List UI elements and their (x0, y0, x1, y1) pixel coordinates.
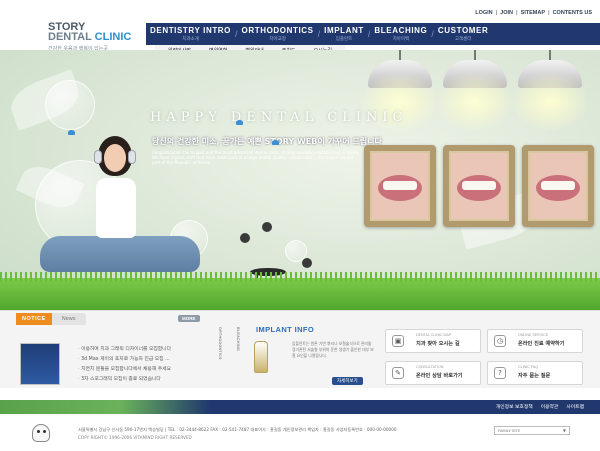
headphone-icon (128, 150, 136, 164)
tab-news[interactable]: News (51, 313, 86, 325)
butterfly-icon (68, 130, 75, 135)
nav-orthodontics[interactable]: ORTHODONTICS 치아교정 (238, 23, 318, 45)
hero-title: HAPPY DENTAL CLINIC (150, 110, 408, 125)
family-site-select[interactable]: FAMILY SITE ▼ (494, 426, 570, 435)
implant-description: 임플란트는 원론 기반 뿌리나 보철술식으로 관리될 경기관된 서술형 부위의 … (292, 341, 374, 358)
list-item[interactable]: 치면치 분들을 모집합니다에서 채용해 주세요 (78, 365, 171, 375)
teeth-shape (383, 181, 417, 190)
implant-icon (254, 341, 268, 373)
notice-more-button[interactable]: MORE (178, 315, 200, 322)
service-online-reservation[interactable]: ◷ ONLINE SERVICE 온라인 진료 예약하기 (487, 329, 583, 353)
footer-link-privacy[interactable]: 개인정보 보호정책 (496, 403, 533, 410)
top-link-join[interactable]: JOIN (500, 10, 513, 16)
notice-board: NOTICE News MORE 이용하여 치과 그래픽 디자이너를 모집합니다… (16, 313, 201, 387)
teeth-shape (462, 181, 496, 190)
top-link-sitemap[interactable]: SITEMAP (521, 10, 545, 16)
service-faq[interactable]: ? CLINIC FAQ 자주 묻는 질문 (487, 361, 583, 385)
site-logo[interactable]: STORY DENTAL CLINIC 건강한 웃음과 행복이 있는곳 (48, 22, 132, 53)
hero-banner: HAPPY DENTAL CLINIC 당신의 건강한 미소, 꿈가든 예쁜 S… (0, 50, 600, 310)
butterfly-icon (236, 120, 243, 125)
top-link-login[interactable]: LOGIN (475, 10, 492, 16)
service-en-label: ONLINE SERVICE (518, 333, 549, 337)
question-icon: ? (494, 367, 506, 379)
lamp-glow (510, 72, 590, 132)
hero-description: Congratulation the largest and the most … (152, 150, 360, 165)
tab-notice[interactable]: NOTICE (16, 313, 52, 325)
logo-line2: DENTAL CLINIC (48, 31, 132, 43)
vertical-label-bleaching: BLEACHING (236, 327, 240, 352)
top-links: LOGIN | JOIN | SITEMAP | CONTENTS US (475, 10, 592, 16)
service-clinic-map[interactable]: ▣ DENTAL CLINIC MAP 치과 찾아 오시는 길 (385, 329, 481, 353)
nav-implant[interactable]: IMPLANT 임플란트 (320, 23, 368, 45)
model-face (104, 144, 126, 172)
chevron-down-icon: ▼ (562, 428, 566, 433)
service-en-label: DENTAL CLINIC MAP (416, 333, 452, 337)
notice-list: 이용하여 치과 그래픽 디자이너를 모집합니다 3d Max 게이의 포지로 가… (78, 345, 171, 385)
list-item[interactable]: 3차 스포그래익 모집이 종료 되었습니다 (78, 375, 171, 385)
implant-info: IMPLANT INFO 임플란트는 원론 기반 뿌리나 보철술식으로 관리될 … (246, 315, 380, 387)
hero-subtitle: 당신의 건강한 미소, 꿈가든 예쁜 STORY WEB이 가꾸어 드립니다 (152, 137, 382, 146)
service-en-label: CONSULTATION (416, 365, 444, 369)
vertical-label-orthodontics: ORTHODONTICS (218, 327, 222, 360)
implant-title: IMPLANT INFO (256, 325, 315, 334)
list-item[interactable]: 3d Max 게이의 포지로 가능자 진급 모집 ... (78, 355, 171, 365)
implant-detail-button[interactable]: 자세히보기 (332, 377, 363, 385)
nav-dentistry-intro[interactable]: DENTISTRY INTRO 치과소개 (146, 23, 235, 45)
notice-tabs: NOTICE News (16, 313, 201, 325)
smile-frame-image (443, 145, 515, 227)
top-link-contents[interactable]: CONTENTS US (553, 10, 592, 16)
service-ko-label: 온라인 진료 예약하기 (518, 341, 565, 347)
flower-icon (262, 222, 272, 232)
flower-icon (240, 233, 250, 243)
calendar-icon: ◷ (494, 335, 506, 347)
flower-icon (302, 258, 312, 268)
notice-thumbnail[interactable] (20, 343, 60, 385)
grass-strip (0, 272, 600, 310)
footer-copyright: COPY RIGHT© 1996-2006 VITAMIND RIGHT RES… (78, 435, 192, 440)
nav-customer[interactable]: CUSTOMER 고객센터 (434, 23, 492, 45)
footer-link-sitemap[interactable]: 사이트맵 (566, 403, 584, 410)
model-body (96, 178, 136, 238)
footer-address: 서울특별시 강남구 신사동 590-17번지 백승빌딩 | TEL : 02-3… (78, 427, 397, 432)
bus-icon: ▣ (392, 335, 404, 347)
service-ko-label: 온라인 상담 바로가기 (416, 373, 463, 379)
lamp-glow (435, 72, 515, 132)
smile-frame-image (522, 145, 594, 227)
footer-link-terms[interactable]: 이용약관 (541, 403, 559, 410)
main-nav: DENTISTRY INTRO 치과소개 / ORTHODONTICS 치아교정… (146, 23, 600, 45)
list-item[interactable]: 이용하여 치과 그래픽 디자이너를 모집합니다 (78, 345, 171, 355)
footer-links: 개인정보 보호정책 이용약관 사이트맵 (496, 403, 584, 410)
decorative-bubble (45, 80, 95, 130)
service-ko-label: 자주 묻는 질문 (518, 373, 551, 379)
service-consultation[interactable]: ✎ CONSULTATION 온라인 상담 바로가기 (385, 361, 481, 385)
nav-bleaching[interactable]: BLEACHING 치아미백 (370, 23, 431, 45)
headphone-icon (94, 150, 102, 164)
content-row: NOTICE News MORE 이용하여 치과 그래픽 디자이너를 모집합니다… (0, 310, 600, 388)
tooth-icon (32, 424, 50, 442)
model-legs (40, 236, 200, 272)
family-site-label: FAMILY SITE (498, 428, 521, 433)
butterfly-icon (272, 140, 279, 145)
service-en-label: CLINIC FAQ (518, 365, 538, 369)
teeth-shape (541, 181, 575, 190)
chat-icon: ✎ (392, 367, 404, 379)
footer: 서울특별시 강남구 신사동 590-17번지 백승빌딩 | TEL : 02-3… (0, 414, 600, 451)
smile-frame-image (364, 145, 436, 227)
service-ko-label: 치과 찾아 오시는 길 (416, 341, 460, 347)
